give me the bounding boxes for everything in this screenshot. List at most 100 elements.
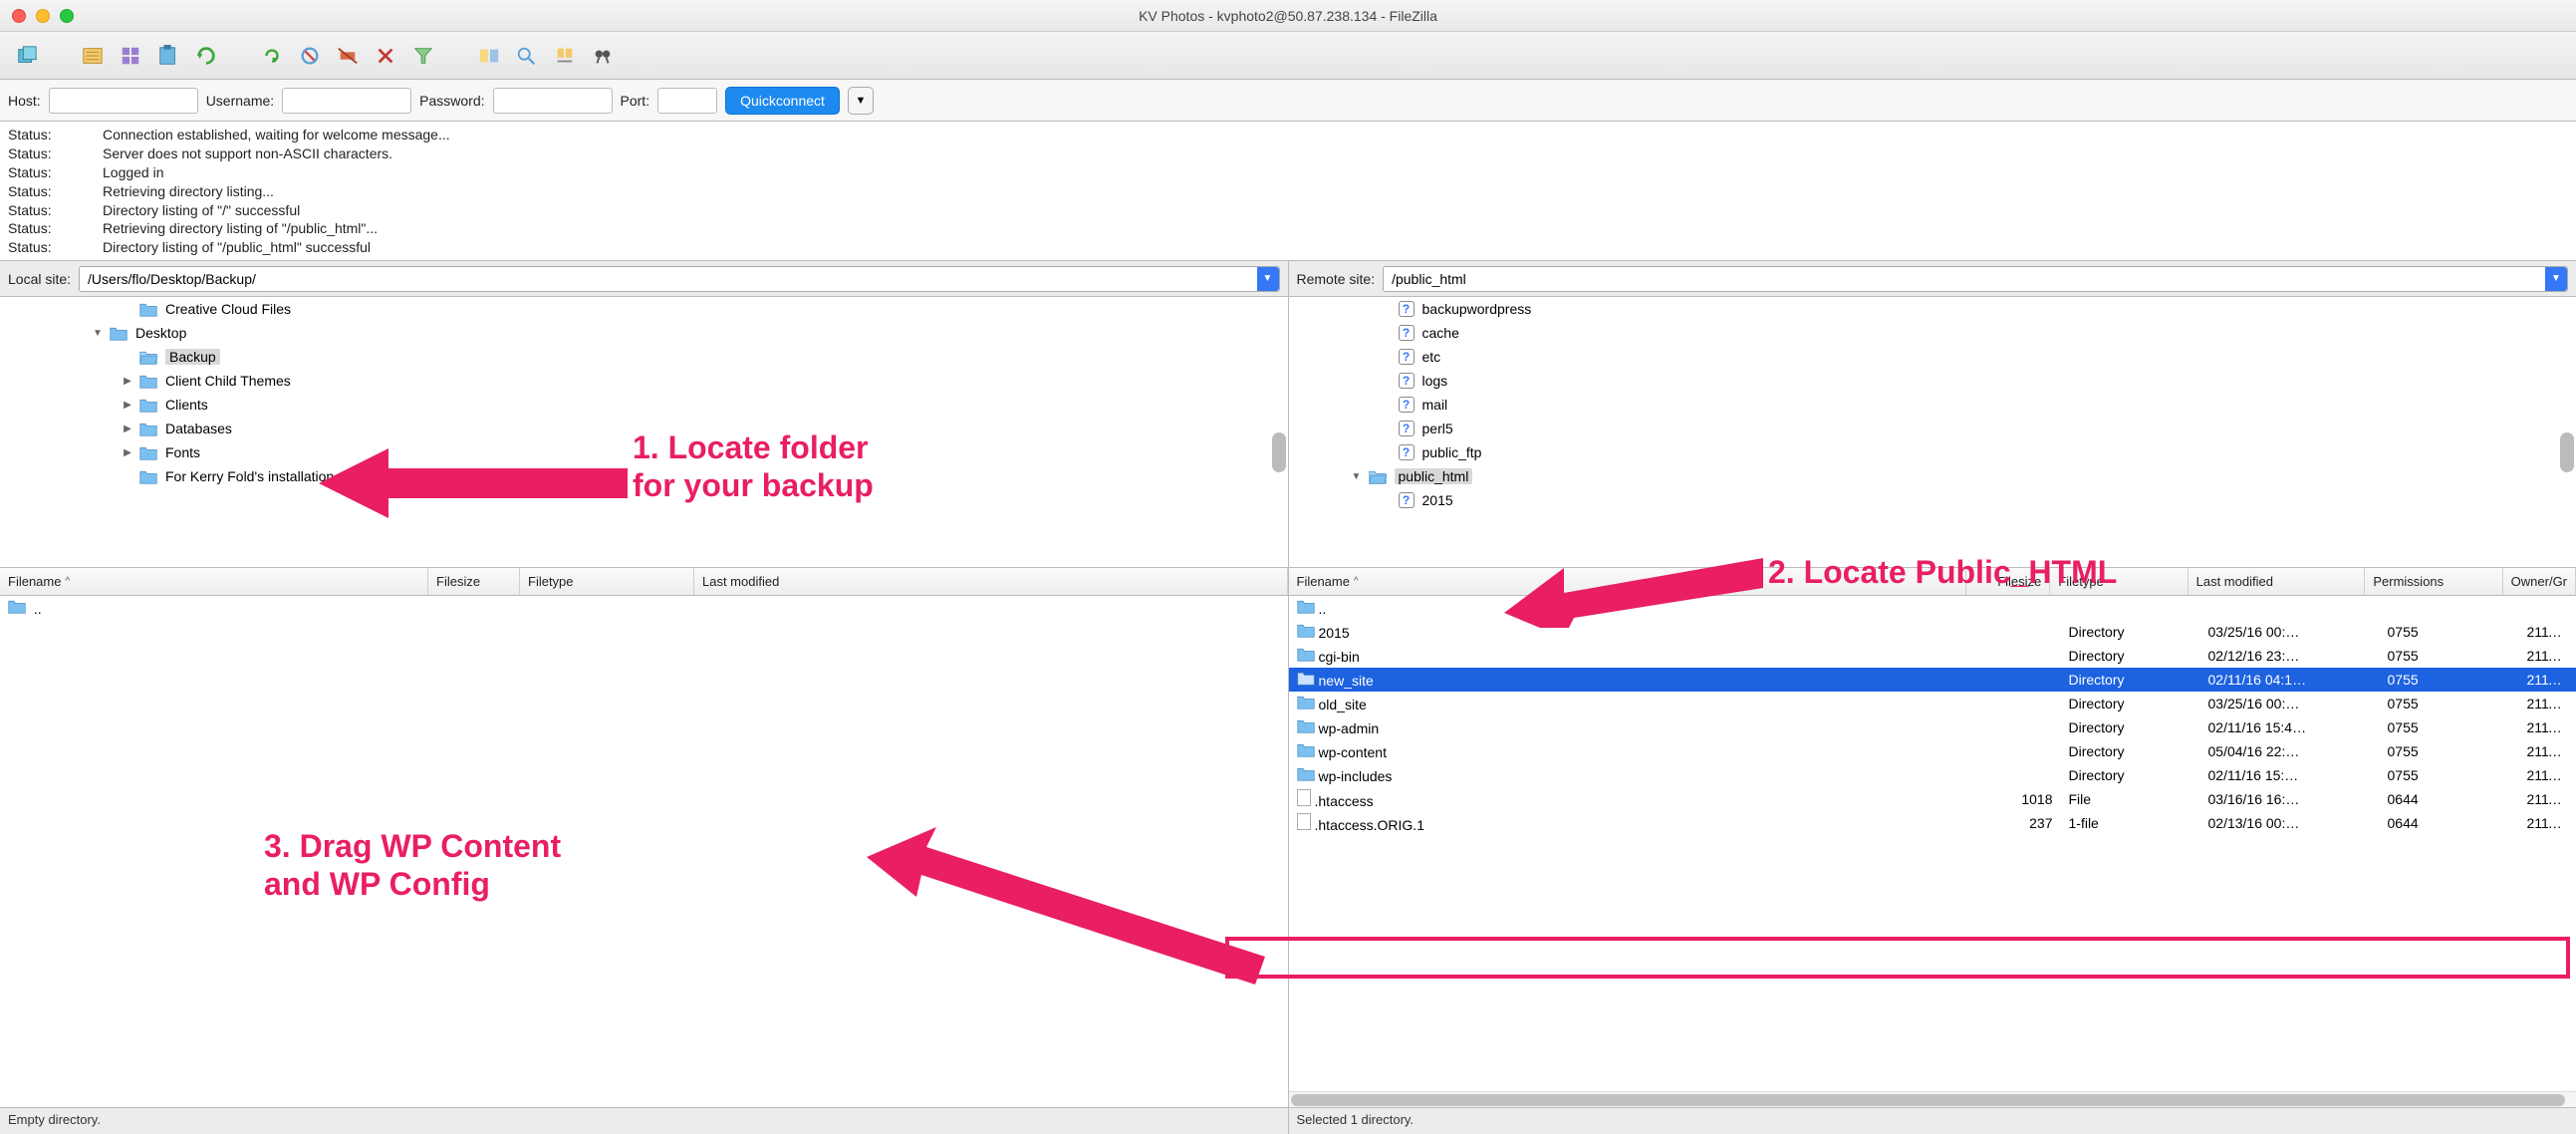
tree-label: Desktop (135, 325, 186, 341)
tree-node[interactable]: For Kerry Fold's installation (0, 464, 1288, 488)
file-modified: 02/11/16 15:4… (2200, 719, 2380, 735)
col-filesize[interactable]: Filesize (1966, 568, 2050, 595)
tree-node[interactable]: ?2015 (1289, 488, 2576, 512)
remote-tree[interactable]: ?backupwordpress?cache?etc?logs?mail?per… (1289, 297, 2576, 568)
file-row[interactable]: .. (1289, 596, 2576, 620)
file-owner: 2111 2114 (2519, 815, 2576, 831)
local-path-combo[interactable]: ▼ (79, 266, 1279, 292)
quickconnect-dropdown[interactable]: ▼ (848, 87, 874, 115)
site-manager-icon[interactable] (12, 41, 42, 71)
log-label: Status: (8, 238, 103, 257)
col-filename[interactable]: Filename (1289, 568, 1967, 595)
file-owner: 2111 2114 (2519, 791, 2576, 807)
local-file-list[interactable]: .. (0, 596, 1288, 1107)
folder-icon (1297, 718, 1315, 733)
toggle-tree-icon[interactable] (116, 41, 145, 71)
log-message: Connection established, waiting for welc… (103, 126, 450, 144)
file-icon (1297, 789, 1311, 806)
scrollbar[interactable] (1272, 432, 1286, 472)
statusbar: Empty directory. Selected 1 directory. (0, 1108, 2576, 1134)
scrollbar[interactable] (2560, 432, 2574, 472)
tree-node[interactable]: ▼public_html (1289, 464, 2576, 488)
tree-toggle[interactable]: ▼ (1349, 471, 1365, 482)
file-row[interactable]: new_site Directory 02/11/16 04:1… 0755 2… (1289, 668, 2576, 692)
tree-node[interactable]: ?mail (1289, 393, 2576, 417)
filter-icon[interactable] (408, 41, 438, 71)
col-perms[interactable]: Permissions (2365, 568, 2502, 595)
chevron-down-icon[interactable]: ▼ (1257, 267, 1279, 291)
file-row[interactable]: wp-admin Directory 02/11/16 15:4… 0755 2… (1289, 715, 2576, 739)
find-icon[interactable] (588, 41, 618, 71)
toggle-queue-icon[interactable] (153, 41, 183, 71)
host-label: Host: (8, 93, 41, 109)
password-input[interactable] (493, 88, 613, 114)
tree-node[interactable]: ?cache (1289, 321, 2576, 345)
host-input[interactable] (49, 88, 198, 114)
file-row[interactable]: .htaccess 1018 File 03/16/16 16:… 0644 2… (1289, 787, 2576, 811)
log-panel[interactable]: Status: Connection established, waiting f… (0, 122, 2576, 261)
minimize-icon[interactable] (36, 9, 50, 23)
local-tree[interactable]: Creative Cloud Files ▼ Desktop Backup ▶Clien… (0, 297, 1288, 568)
remote-file-list[interactable]: .. 2015 Directory 03/25/16 00:… 0755 211… (1289, 596, 2576, 1091)
process-queue-icon[interactable] (257, 41, 287, 71)
cancel-icon[interactable] (295, 41, 325, 71)
tree-toggle[interactable]: ▶ (120, 447, 135, 458)
tree-label: public_ftp (1422, 444, 1482, 460)
local-list-header[interactable]: Filename Filesize Filetype Last modified (0, 568, 1288, 596)
maximize-icon[interactable] (60, 9, 74, 23)
port-input[interactable] (657, 88, 717, 114)
log-row: Status:Connection established, waiting f… (8, 126, 2568, 144)
tree-toggle[interactable]: ▶ (120, 424, 135, 434)
tree-node[interactable]: ?public_ftp (1289, 440, 2576, 464)
col-filetype[interactable]: Filetype (520, 568, 694, 595)
reconnect-icon[interactable] (371, 41, 400, 71)
username-input[interactable] (282, 88, 411, 114)
file-row[interactable]: cgi-bin Directory 02/12/16 23:… 0755 211… (1289, 644, 2576, 668)
remote-path-combo[interactable]: ▼ (1383, 266, 2568, 292)
remote-list-header[interactable]: Filename Filesize Filetype Last modified… (1289, 568, 2576, 596)
file-row[interactable]: wp-content Directory 05/04/16 22:… 0755 … (1289, 739, 2576, 763)
col-filesize[interactable]: Filesize (428, 568, 520, 595)
col-filetype[interactable]: Filetype (2050, 568, 2188, 595)
quickconnect-button[interactable]: Quickconnect (725, 87, 840, 115)
folder-icon (139, 302, 157, 317)
file-row[interactable]: old_site Directory 03/25/16 00:… 0755 21… (1289, 692, 2576, 715)
file-row[interactable]: .htaccess.ORIG.1 237 1-file 02/13/16 00:… (1289, 811, 2576, 835)
disconnect-icon[interactable] (333, 41, 363, 71)
compare-icon[interactable] (474, 41, 504, 71)
toggle-log-icon[interactable] (78, 41, 108, 71)
tree-node[interactable]: ?backupwordpress (1289, 297, 2576, 321)
tree-node[interactable]: ?perl5 (1289, 417, 2576, 440)
updir-row[interactable]: .. (0, 596, 1288, 620)
tree-node[interactable]: ▶Fonts (0, 440, 1288, 464)
tree-toggle[interactable]: ▶ (120, 376, 135, 387)
col-filename[interactable]: Filename (0, 568, 428, 595)
tree-node[interactable]: ▼ Desktop (0, 321, 1288, 345)
tree-node[interactable]: ▶Clients (0, 393, 1288, 417)
sync-browse-icon[interactable] (512, 41, 542, 71)
horizontal-scrollbar[interactable] (1289, 1091, 2576, 1107)
tree-node[interactable]: ▶Client Child Themes (0, 369, 1288, 393)
col-lastmod[interactable]: Last modified (694, 568, 1288, 595)
tree-toggle[interactable]: ▼ (90, 328, 106, 339)
search-icon[interactable] (550, 41, 580, 71)
tree-toggle[interactable]: ▶ (120, 400, 135, 411)
col-lastmod[interactable]: Last modified (2189, 568, 2366, 595)
remote-path-input[interactable] (1384, 267, 2545, 291)
chevron-down-icon[interactable]: ▼ (2545, 267, 2567, 291)
col-owner[interactable]: Owner/Gr (2503, 568, 2576, 595)
tree-node[interactable]: ▶Databases (0, 417, 1288, 440)
tree-node[interactable]: ?logs (1289, 369, 2576, 393)
file-type: Directory (2061, 696, 2200, 711)
tree-label: Backup (165, 349, 220, 365)
file-row[interactable]: wp-includes Directory 02/11/16 15:… 0755… (1289, 763, 2576, 787)
tree-node[interactable]: Creative Cloud Files (0, 297, 1288, 321)
local-path-input[interactable] (80, 267, 1256, 291)
local-site-label: Local site: (8, 271, 71, 287)
tree-node[interactable]: ?etc (1289, 345, 2576, 369)
refresh-icon[interactable] (191, 41, 221, 71)
close-icon[interactable] (12, 9, 26, 23)
tree-node[interactable]: Backup (0, 345, 1288, 369)
file-row[interactable]: 2015 Directory 03/25/16 00:… 0755 2111 2… (1289, 620, 2576, 644)
tree-label: backupwordpress (1422, 301, 1532, 317)
